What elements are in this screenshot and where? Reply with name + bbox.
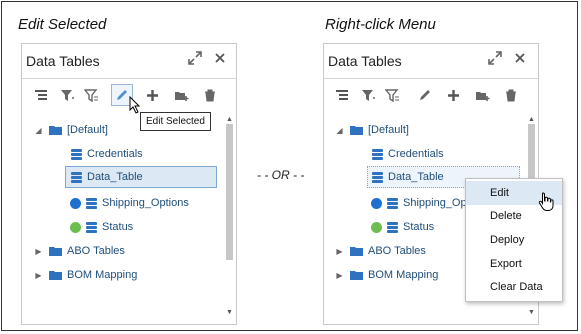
tree-node-shipping-options[interactable]: Shipping_Options — [70, 192, 189, 214]
tree-node-credentials[interactable]: Credentials — [70, 143, 143, 165]
tree-view: ◢ [Default] Credentials Data_Table Shipp… — [22, 116, 226, 316]
filter-icon[interactable] — [56, 84, 78, 106]
chevron-right-icon[interactable]: ▶ — [34, 247, 43, 256]
tree-node-abo-tables[interactable]: ▶ ABO Tables — [335, 240, 426, 262]
menu-item-deploy[interactable]: Deploy — [466, 228, 562, 252]
tree-node-label: ABO Tables — [368, 245, 426, 257]
scroll-down-arrow[interactable]: ▼ — [225, 309, 234, 316]
green-status-dot — [371, 221, 382, 233]
close-icon[interactable] — [211, 51, 229, 69]
tree-node-shipping-options[interactable]: Shipping_Opti — [371, 192, 472, 214]
expand-icon[interactable] — [186, 51, 204, 69]
scroll-up-arrow[interactable]: ▲ — [225, 116, 234, 123]
edit-selected-tooltip: Edit Selected — [140, 112, 211, 131]
tree-node-label: [Default] — [368, 124, 409, 136]
tree-node-default[interactable]: ◢ [Default] — [335, 119, 409, 141]
chevron-right-icon[interactable]: ▶ — [335, 271, 344, 280]
delete-trash-icon[interactable] — [199, 84, 221, 106]
tree-node-label: Data_Table — [388, 171, 444, 183]
menu-item-clear-data[interactable]: Clear Data — [466, 275, 562, 299]
tree-node-label: Credentials — [87, 148, 143, 160]
tree-node-label: ABO Tables — [67, 245, 125, 257]
edit-pencil-icon[interactable] — [414, 84, 436, 106]
database-icon — [71, 148, 82, 160]
folder-icon — [49, 126, 62, 135]
caption-right: Right-click Menu — [325, 16, 436, 33]
tree-node-credentials[interactable]: Credentials — [371, 143, 444, 165]
chevron-down-icon[interactable]: ◢ — [34, 126, 43, 135]
filter-options-icon[interactable] — [80, 84, 102, 106]
database-icon — [86, 221, 97, 233]
database-icon — [372, 171, 383, 183]
filter-options-icon[interactable] — [381, 84, 403, 106]
folder-icon — [49, 247, 62, 256]
panel-header: Data Tables — [22, 44, 236, 79]
tree-node-label: Data_Table — [87, 171, 143, 183]
scroll-down-arrow[interactable]: ▼ — [527, 309, 536, 316]
panel-toolbar — [324, 84, 538, 108]
caption-left: Edit Selected — [18, 16, 107, 33]
add-icon[interactable] — [442, 84, 464, 106]
mouse-pointer-icon — [129, 96, 141, 114]
delete-trash-icon[interactable] — [500, 84, 522, 106]
tree-node-label: Shipping_Opti — [403, 197, 473, 209]
add-folder-icon[interactable] — [471, 84, 493, 106]
tree-node-label: BOM Mapping — [67, 269, 138, 281]
database-icon — [372, 148, 383, 160]
tree-node-label: Status — [102, 221, 134, 233]
add-icon[interactable] — [141, 84, 163, 106]
tree-node-label: Status — [403, 221, 435, 233]
database-icon — [387, 197, 398, 209]
database-icon — [86, 197, 97, 209]
tree-node-label: Credentials — [388, 148, 444, 160]
hand-pointer-icon — [538, 192, 554, 211]
collapse-all-icon[interactable] — [30, 84, 52, 106]
green-status-dot — [70, 221, 81, 233]
chevron-down-icon[interactable]: ◢ — [335, 126, 344, 135]
tree-node-label: BOM Mapping — [368, 269, 439, 281]
expand-icon[interactable] — [486, 51, 504, 69]
chevron-right-icon[interactable]: ▶ — [335, 247, 344, 256]
scroll-thumb[interactable] — [226, 124, 233, 260]
blue-status-dot — [371, 197, 382, 209]
panel-title: Data Tables — [26, 53, 100, 69]
database-icon — [387, 221, 398, 233]
tree-node-bom-mapping[interactable]: ▶ BOM Mapping — [34, 264, 137, 286]
tree-node-label: Shipping_Options — [102, 197, 189, 209]
tree-node-default[interactable]: ◢ [Default] — [34, 119, 108, 141]
add-folder-icon[interactable] — [170, 84, 192, 106]
data-tables-panel-left: Data Tables ◢ [Default] Credentials Data… — [21, 43, 237, 325]
tree-node-status[interactable]: Status — [70, 216, 133, 238]
panel-header: Data Tables — [324, 44, 538, 79]
folder-icon — [350, 271, 363, 280]
database-icon — [71, 171, 82, 183]
chevron-right-icon[interactable]: ▶ — [34, 271, 43, 280]
vertical-scrollbar[interactable]: ▲ ▼ — [225, 116, 234, 316]
collapse-all-icon[interactable] — [331, 84, 353, 106]
scroll-up-arrow[interactable]: ▲ — [527, 116, 536, 123]
folder-icon — [350, 126, 363, 135]
folder-icon — [350, 247, 363, 256]
tree-node-bom-mapping[interactable]: ▶ BOM Mapping — [335, 264, 438, 286]
menu-item-export[interactable]: Export — [466, 252, 562, 276]
tree-node-label: [Default] — [67, 124, 108, 136]
close-icon[interactable] — [511, 51, 529, 69]
blue-status-dot — [70, 197, 81, 209]
tree-node-data-table[interactable]: Data_Table — [65, 166, 217, 188]
tree-node-abo-tables[interactable]: ▶ ABO Tables — [34, 240, 125, 262]
or-separator: - - OR - - — [257, 168, 305, 182]
filter-icon[interactable] — [357, 84, 379, 106]
folder-icon — [49, 271, 62, 280]
panel-title: Data Tables — [328, 53, 402, 69]
tree-node-status[interactable]: Status — [371, 216, 434, 238]
